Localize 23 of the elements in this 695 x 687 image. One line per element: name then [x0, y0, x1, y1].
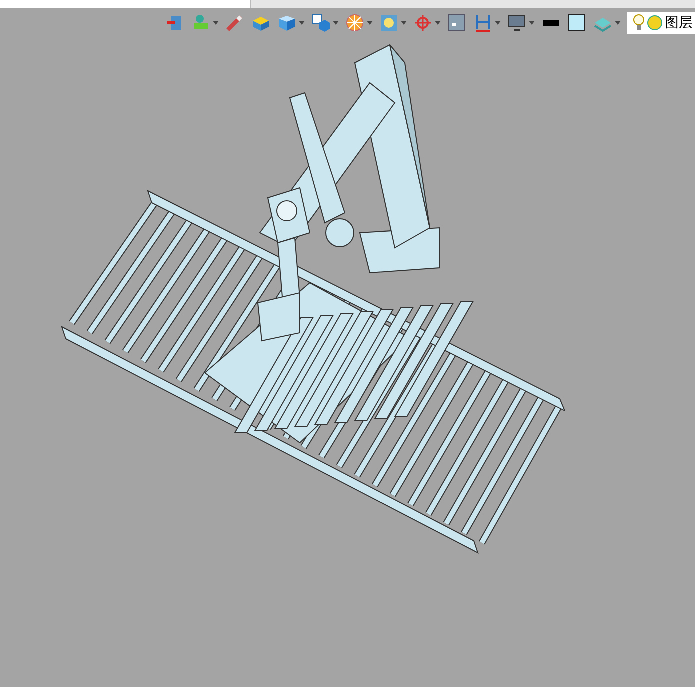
h-bracket-tool[interactable] [473, 12, 501, 34]
square-icon [567, 13, 587, 33]
caret-icon [367, 21, 373, 25]
caret-icon [213, 21, 219, 25]
caret-icon [529, 21, 535, 25]
crosshair-icon [413, 13, 433, 33]
layer-field[interactable]: 图层 [627, 12, 695, 34]
square-icon [447, 13, 467, 33]
h-bracket-icon [473, 13, 493, 33]
square-tool[interactable] [567, 12, 587, 34]
wheel-icon [345, 13, 365, 33]
caret-icon [299, 21, 305, 25]
pencil-icon [225, 13, 245, 33]
caret-icon [333, 21, 339, 25]
monitor-icon [507, 13, 527, 33]
caret-icon [615, 21, 621, 25]
caret-icon [495, 21, 501, 25]
lightbulb-icon [633, 14, 645, 32]
caret-icon [401, 21, 407, 25]
caret-icon [435, 21, 441, 25]
layer-value: 图层 [665, 14, 693, 32]
wheel-tool[interactable] [345, 12, 373, 34]
square-tool[interactable] [447, 12, 467, 34]
